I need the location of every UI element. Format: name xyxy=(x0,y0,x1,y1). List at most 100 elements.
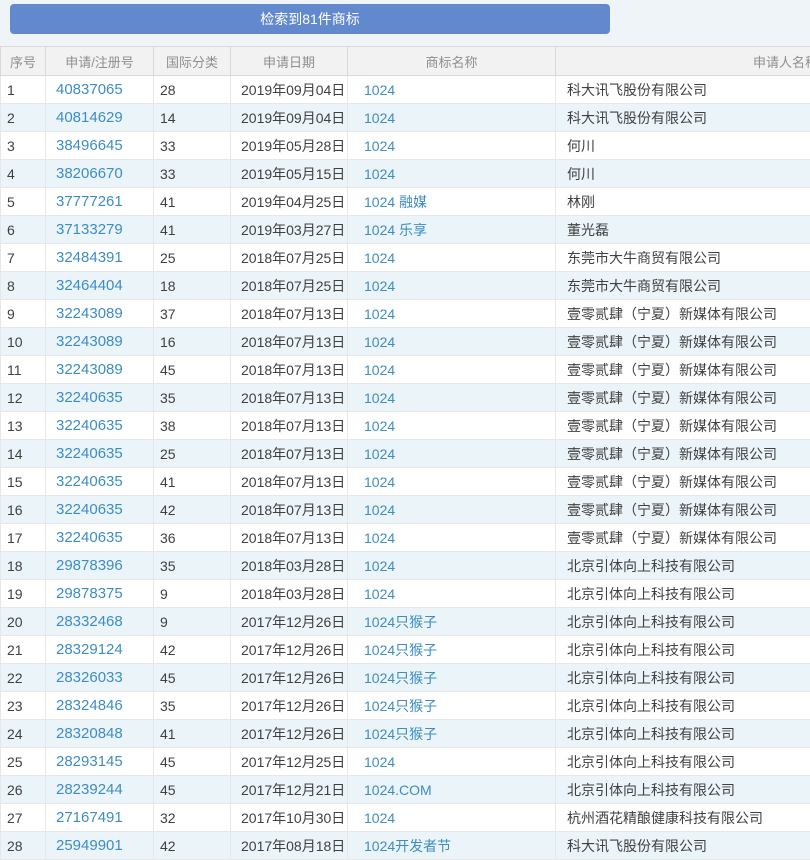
trademark-name-link[interactable]: 1024只猴子 xyxy=(364,698,437,714)
trademark-name-link[interactable]: 1024只猴子 xyxy=(364,726,437,742)
trademark-name-link[interactable]: 1024 xyxy=(364,810,395,826)
trademark-name-link[interactable]: 1024 xyxy=(364,558,395,574)
trademark-name-link[interactable]: 1024 xyxy=(364,278,395,294)
registration-number-link[interactable]: 32243089 xyxy=(56,333,123,350)
application-date: 2017年12月26日 xyxy=(231,720,348,748)
registration-number-link[interactable]: 32484391 xyxy=(56,249,123,266)
registration-number-link[interactable]: 38206670 xyxy=(56,165,123,182)
intl-class: 42 xyxy=(154,496,231,524)
trademark-name-link[interactable]: 1024 xyxy=(364,250,395,266)
trademark-name-link[interactable]: 1024 xyxy=(364,586,395,602)
registration-number-link[interactable]: 28239244 xyxy=(56,781,123,798)
intl-class: 45 xyxy=(154,776,231,804)
trademark-name-link[interactable]: 1024 xyxy=(364,390,395,406)
registration-number-link[interactable]: 32240635 xyxy=(56,445,123,462)
table-row: 11 32243089 45 2018年07月13日 1024 壹零贰肆（宁夏）… xyxy=(1,356,810,384)
applicant-name: 东莞市大牛商贸有限公司 xyxy=(556,272,810,300)
registration-number-link[interactable]: 28320848 xyxy=(56,725,123,742)
trademark-name-link[interactable]: 1024 xyxy=(364,82,395,98)
trademark-name-link[interactable]: 1024 xyxy=(364,530,395,546)
registration-number-link[interactable]: 27167491 xyxy=(56,809,123,826)
table-row: 14 32240635 25 2018年07月13日 1024 壹零贰肆（宁夏）… xyxy=(1,440,810,468)
registration-number-link[interactable]: 29878396 xyxy=(56,557,123,574)
registration-number-link[interactable]: 40837065 xyxy=(56,81,123,98)
row-index: 28 xyxy=(1,832,46,860)
row-index: 23 xyxy=(1,692,46,720)
applicant-name: 北京引体向上科技有限公司 xyxy=(556,748,810,776)
intl-class: 38 xyxy=(154,412,231,440)
application-date: 2017年12月26日 xyxy=(231,608,348,636)
trademark-name-link[interactable]: 1024 xyxy=(364,110,395,126)
row-index: 13 xyxy=(1,412,46,440)
registration-number-link[interactable]: 32240635 xyxy=(56,501,123,518)
trademark-name-link[interactable]: 1024 融媒 xyxy=(364,194,427,210)
column-header-intl-class: 国际分类 xyxy=(154,47,231,76)
registration-number-link[interactable]: 32240635 xyxy=(56,389,123,406)
application-date: 2018年07月13日 xyxy=(231,440,348,468)
intl-class: 45 xyxy=(154,664,231,692)
registration-number-link[interactable]: 28332468 xyxy=(56,613,123,630)
registration-number-link[interactable]: 32240635 xyxy=(56,473,123,490)
intl-class: 45 xyxy=(154,356,231,384)
application-date: 2018年03月28日 xyxy=(231,580,348,608)
row-index: 7 xyxy=(1,244,46,272)
trademark-name-link[interactable]: 1024 xyxy=(364,138,395,154)
application-date: 2019年09月04日 xyxy=(231,104,348,132)
applicant-name: 壹零贰肆（宁夏）新媒体有限公司 xyxy=(556,496,810,524)
row-index: 11 xyxy=(1,356,46,384)
intl-class: 32 xyxy=(154,804,231,832)
table-row: 4 38206670 33 2019年05月15日 1024 何川 xyxy=(1,160,810,188)
results-table: 序号 申请/注册号 国际分类 申请日期 商标名称 申请人名称 1 4083706… xyxy=(0,46,810,860)
intl-class: 33 xyxy=(154,132,231,160)
trademark-name-link[interactable]: 1024 乐享 xyxy=(364,222,427,238)
registration-number-link[interactable]: 28329124 xyxy=(56,641,123,658)
registration-number-link[interactable]: 32240635 xyxy=(56,417,123,434)
table-row: 28 25949901 42 2017年08月18日 1024开发者节 科大讯飞… xyxy=(1,832,810,860)
intl-class: 35 xyxy=(154,692,231,720)
registration-number-link[interactable]: 32243089 xyxy=(56,305,123,322)
registration-number-link[interactable]: 25949901 xyxy=(56,837,123,854)
trademark-name-link[interactable]: 1024 xyxy=(364,306,395,322)
registration-number-link[interactable]: 32243089 xyxy=(56,361,123,378)
registration-number-link[interactable]: 37133279 xyxy=(56,221,123,238)
intl-class: 35 xyxy=(154,552,231,580)
registration-number-link[interactable]: 38496645 xyxy=(56,137,123,154)
row-index: 22 xyxy=(1,664,46,692)
registration-number-link[interactable]: 28293145 xyxy=(56,753,123,770)
trademark-name-link[interactable]: 1024开发者节 xyxy=(364,838,451,854)
results-count-banner[interactable]: 检索到81件商标 xyxy=(10,4,610,34)
registration-number-link[interactable]: 32240635 xyxy=(56,529,123,546)
row-index: 25 xyxy=(1,748,46,776)
applicant-name: 何川 xyxy=(556,132,810,160)
trademark-name-link[interactable]: 1024 xyxy=(364,334,395,350)
trademark-name-link[interactable]: 1024 xyxy=(364,166,395,182)
registration-number-link[interactable]: 40814629 xyxy=(56,109,123,126)
registration-number-link[interactable]: 32464404 xyxy=(56,277,123,294)
applicant-name: 北京引体向上科技有限公司 xyxy=(556,664,810,692)
trademark-search-results-page: 检索到81件商标 序号 申请/注册号 国际分类 申请日期 商标名称 申请人名称 xyxy=(0,0,810,860)
applicant-name: 北京引体向上科技有限公司 xyxy=(556,608,810,636)
trademark-name-link[interactable]: 1024 xyxy=(364,362,395,378)
trademark-name-link[interactable]: 1024.COM xyxy=(364,782,432,798)
trademark-name-link[interactable]: 1024 xyxy=(364,446,395,462)
registration-number-link[interactable]: 28326033 xyxy=(56,669,123,686)
row-index: 15 xyxy=(1,468,46,496)
trademark-name-link[interactable]: 1024只猴子 xyxy=(364,642,437,658)
trademark-name-link[interactable]: 1024 xyxy=(364,754,395,770)
column-header-applicant-name: 申请人名称 xyxy=(556,47,810,76)
registration-number-link[interactable]: 28324846 xyxy=(56,697,123,714)
registration-number-link[interactable]: 29878375 xyxy=(56,585,123,602)
table-row: 16 32240635 42 2018年07月13日 1024 壹零贰肆（宁夏）… xyxy=(1,496,810,524)
registration-number-link[interactable]: 37777261 xyxy=(56,193,123,210)
trademark-name-link[interactable]: 1024只猴子 xyxy=(364,614,437,630)
row-index: 27 xyxy=(1,804,46,832)
intl-class: 14 xyxy=(154,104,231,132)
row-index: 17 xyxy=(1,524,46,552)
trademark-name-link[interactable]: 1024只猴子 xyxy=(364,670,437,686)
trademark-name-link[interactable]: 1024 xyxy=(364,418,395,434)
intl-class: 41 xyxy=(154,720,231,748)
row-index: 3 xyxy=(1,132,46,160)
intl-class: 41 xyxy=(154,188,231,216)
trademark-name-link[interactable]: 1024 xyxy=(364,474,395,490)
trademark-name-link[interactable]: 1024 xyxy=(364,502,395,518)
